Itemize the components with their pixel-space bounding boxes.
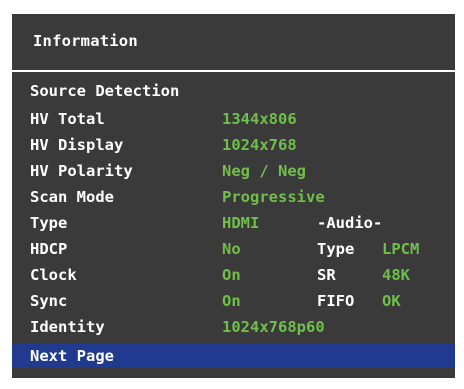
row-scan-mode: Scan Mode Progressive <box>12 188 455 212</box>
hv-polarity-value: Neg / Neg <box>222 162 306 180</box>
type-value: HDMI <box>222 214 260 232</box>
audio-fifo-label: FIFO <box>317 292 355 310</box>
hdcp-value: No <box>222 240 241 258</box>
row-sync: Sync On FIFO OK <box>12 292 455 316</box>
next-page-label: Next Page <box>30 347 114 365</box>
row-type: Type HDMI -Audio- <box>12 214 455 238</box>
sync-value: On <box>222 292 241 310</box>
scan-mode-label: Scan Mode <box>30 188 114 206</box>
scan-mode-value: Progressive <box>222 188 325 206</box>
row-hv-polarity: HV Polarity Neg / Neg <box>12 162 455 186</box>
next-page-menu-item[interactable]: Next Page <box>12 344 455 368</box>
audio-sr-value: 48K <box>382 266 410 284</box>
row-identity: Identity 1024x768p60 <box>12 318 455 342</box>
hdcp-label: HDCP <box>30 240 68 258</box>
audio-sr-label: SR <box>317 266 336 284</box>
identity-label: Identity <box>30 318 105 336</box>
title-bar: Information <box>12 14 455 64</box>
audio-heading: -Audio- <box>317 214 383 232</box>
audio-type-value: LPCM <box>382 240 420 258</box>
hv-display-value: 1024x768 <box>222 136 297 154</box>
clock-label: Clock <box>30 266 77 284</box>
section-heading: Source Detection <box>30 82 180 100</box>
type-label: Type <box>30 214 68 232</box>
row-hv-total: HV Total 1344x806 <box>12 110 455 134</box>
row-hdcp: HDCP No Type LPCM <box>12 240 455 264</box>
hv-total-value: 1344x806 <box>222 110 297 128</box>
osd-info-panel: Information Source Detection HV Total 13… <box>12 14 455 378</box>
identity-value: 1024x768p60 <box>222 318 325 336</box>
hv-polarity-label: HV Polarity <box>30 162 133 180</box>
title-divider <box>12 70 455 72</box>
hv-display-label: HV Display <box>30 136 124 154</box>
audio-type-label: Type <box>317 240 355 258</box>
hv-total-label: HV Total <box>30 110 105 128</box>
panel-title: Information <box>33 32 138 50</box>
audio-fifo-value: OK <box>382 292 401 310</box>
row-hv-display: HV Display 1024x768 <box>12 136 455 160</box>
sync-label: Sync <box>30 292 68 310</box>
row-clock: Clock On SR 48K <box>12 266 455 290</box>
clock-value: On <box>222 266 241 284</box>
